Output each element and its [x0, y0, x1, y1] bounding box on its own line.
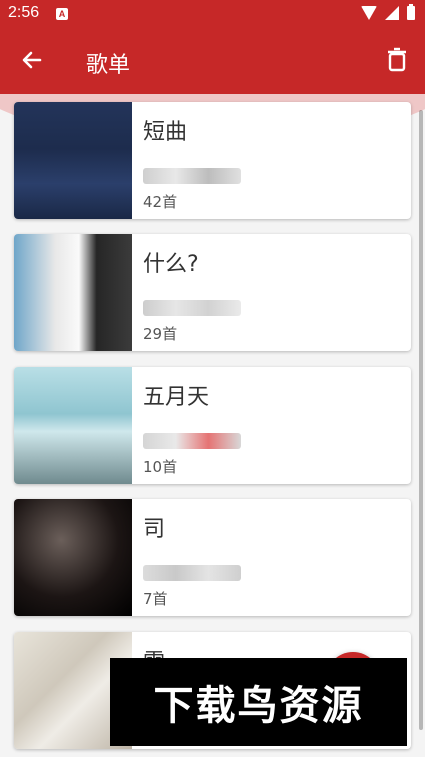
scrollbar[interactable]: [419, 110, 423, 730]
playlist-count: 10首: [143, 458, 178, 476]
playlist-card[interactable]: 什么? 29首: [14, 234, 411, 351]
playlist-name: 五月天: [143, 385, 210, 410]
playlist-count: 42首: [143, 193, 178, 211]
battery-icon: [407, 4, 415, 20]
playlist-name: 司: [143, 517, 166, 542]
playlist-count: 29首: [143, 325, 178, 343]
playlist-cover: [14, 367, 132, 484]
playlist-name: 短曲: [143, 120, 188, 145]
playlist-description-blurred: [143, 433, 241, 449]
playlist-cover: [14, 499, 132, 616]
playlist-description-blurred: [143, 168, 241, 184]
playlist-name: 什么?: [143, 252, 199, 277]
app-bar: 歌单: [0, 28, 425, 94]
status-bar: 2:56 A: [0, 0, 425, 28]
trash-icon[interactable]: [381, 44, 413, 76]
playlist-card[interactable]: 五月天 10首: [14, 367, 411, 484]
back-arrow-icon[interactable]: [16, 44, 48, 76]
playlist-cover: [14, 102, 132, 219]
signal-icon: [385, 6, 399, 20]
page-title: 歌单: [86, 53, 131, 78]
playlist-card[interactable]: 司 7首: [14, 499, 411, 616]
playlist-description-blurred: [143, 300, 241, 316]
notification-a-icon: A: [56, 8, 68, 20]
status-icons: [361, 4, 415, 20]
playlist-count: 7首: [143, 590, 168, 608]
watermark-overlay: 下载鸟资源: [110, 658, 407, 746]
playlist-description-blurred: [143, 565, 241, 581]
status-time: 2:56: [8, 4, 40, 21]
wifi-icon: [361, 6, 377, 20]
playlist-cover: [14, 234, 132, 351]
playlist-card[interactable]: 短曲 42首: [14, 102, 411, 219]
